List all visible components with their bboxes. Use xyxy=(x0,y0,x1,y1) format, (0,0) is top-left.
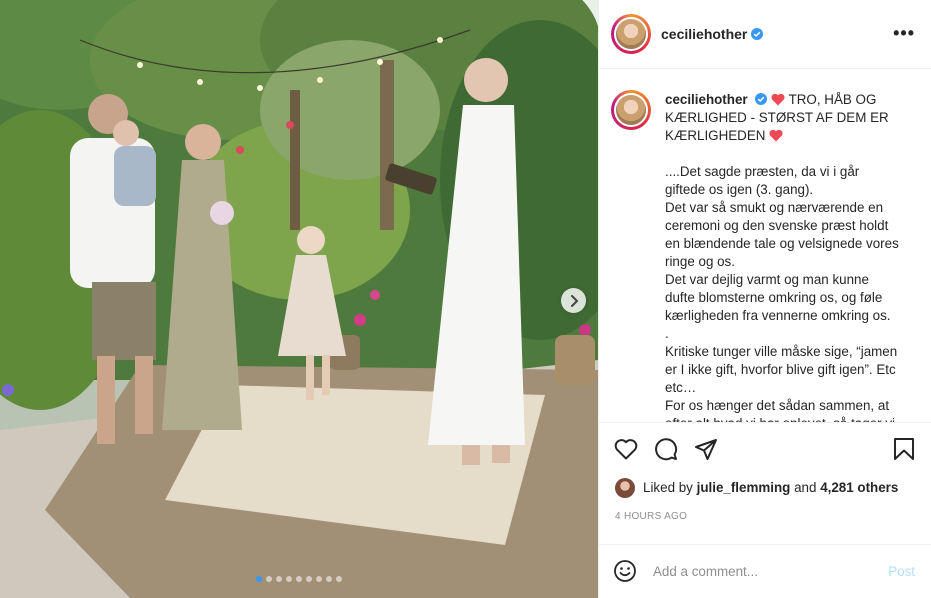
avatar[interactable] xyxy=(614,16,648,51)
red-heart-icon xyxy=(771,93,785,106)
caption-username[interactable]: ceciliehother xyxy=(665,92,748,107)
carousel-dot xyxy=(306,576,312,582)
comment-icon xyxy=(655,437,678,460)
carousel-next-button[interactable] xyxy=(561,288,586,313)
verified-badge-icon xyxy=(755,92,768,105)
comment-button[interactable] xyxy=(653,436,679,462)
caption-story-ring[interactable] xyxy=(611,89,651,130)
caption-section: ceciliehother TRO, HÅB OG KÆRLIGHED - ST… xyxy=(599,69,931,422)
carousel-dot xyxy=(266,576,272,582)
caption-body: ....Det sagde præsten, da vi i går gifte… xyxy=(665,163,901,422)
post-side-panel: ceciliehother ••• ceciliehother TRO, HÅB… xyxy=(598,0,931,598)
like-button[interactable] xyxy=(613,436,639,462)
carousel-indicator xyxy=(0,576,598,582)
carousel-dot xyxy=(296,576,302,582)
post-photo[interactable] xyxy=(0,0,598,598)
likes-conjunction: and xyxy=(794,480,817,496)
post-header: ceciliehother ••• xyxy=(599,0,931,69)
liker-username[interactable]: julie_flemming xyxy=(697,480,791,495)
post-caption: ceciliehother TRO, HÅB OG KÆRLIGHED - ST… xyxy=(665,91,901,422)
post-author-username[interactable]: ceciliehother xyxy=(661,26,747,42)
story-ring[interactable] xyxy=(611,13,651,54)
instagram-post-modal: ceciliehother ••• ceciliehother TRO, HÅB… xyxy=(0,0,931,598)
carousel-dot xyxy=(256,576,262,582)
post-timestamp[interactable]: 4 HOURS AGO xyxy=(599,501,931,543)
verified-badge-icon xyxy=(751,27,764,40)
carousel-dot xyxy=(286,576,292,582)
bookmark-icon xyxy=(894,437,914,460)
caption-line: Det var dejlig varmt og man kunne dufte … xyxy=(665,271,891,323)
post-actions-bar xyxy=(599,421,931,475)
emoji-button[interactable] xyxy=(613,559,637,583)
wedding-ceremony-photo xyxy=(0,0,598,598)
chevron-right-icon xyxy=(570,294,578,307)
comment-input[interactable] xyxy=(653,563,889,579)
carousel-dot xyxy=(336,576,342,582)
more-options-icon[interactable]: ••• xyxy=(893,23,915,44)
carousel-dot xyxy=(276,576,282,582)
heart-outline-icon xyxy=(614,438,638,460)
likes-summary: Liked by julie_flemming and 4,281 others xyxy=(599,474,931,501)
comment-composer: Post xyxy=(599,543,931,598)
save-button[interactable] xyxy=(891,436,917,462)
likes-count-link[interactable]: 4,281 others xyxy=(820,480,898,495)
likes-prefix: Liked by xyxy=(643,480,693,496)
post-comment-button[interactable]: Post xyxy=(888,564,915,579)
share-icon xyxy=(695,438,717,460)
caption-line: Det var så smukt og nærværende en ceremo… xyxy=(665,199,903,269)
caption-line: . xyxy=(665,325,669,341)
share-button[interactable] xyxy=(693,436,719,462)
caption-avatar[interactable] xyxy=(614,92,648,127)
caption-line: ....Det sagde præsten, da vi i går gifte… xyxy=(665,163,863,197)
carousel-dot xyxy=(326,576,332,582)
red-heart-icon xyxy=(769,129,783,142)
liker-avatar[interactable] xyxy=(615,477,635,498)
caption-line: Kritiske tunger ville måske sige, “jamen… xyxy=(665,343,901,395)
carousel-dot xyxy=(316,576,322,582)
smiley-icon xyxy=(614,560,636,583)
caption-line: For os hænger det sådan sammen, at efter… xyxy=(665,397,895,422)
